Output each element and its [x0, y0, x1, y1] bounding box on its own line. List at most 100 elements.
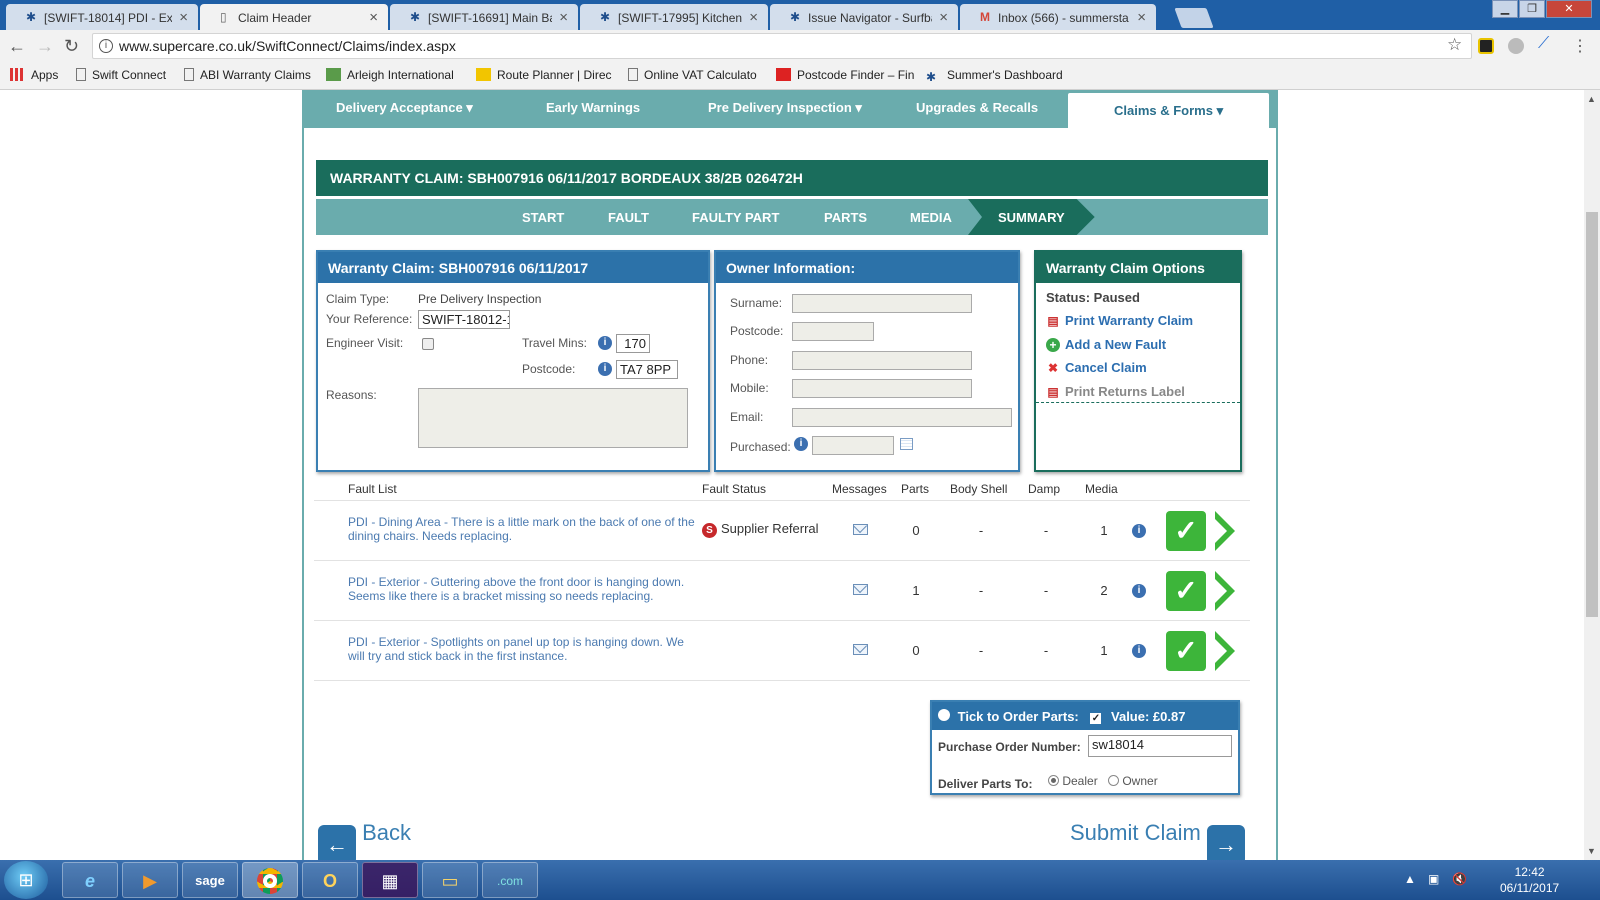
mail-icon[interactable]: [853, 524, 868, 535]
step-summary[interactable]: SUMMARY: [968, 199, 1095, 235]
info-icon[interactable]: i: [598, 362, 612, 376]
purchased-date-input[interactable]: [812, 436, 894, 455]
step-fault[interactable]: FAULT: [608, 210, 649, 225]
engineer-visit-checkbox[interactable]: [422, 338, 434, 350]
owner-radio[interactable]: [1108, 775, 1119, 786]
approve-button[interactable]: ✓: [1166, 571, 1206, 611]
calculator-icon[interactable]: ▦: [362, 862, 418, 898]
close-window-button[interactable]: ✕: [1546, 0, 1592, 18]
restore-button[interactable]: ❐: [1519, 0, 1545, 18]
info-icon[interactable]: i: [1132, 644, 1146, 658]
bookmark-item[interactable]: Postcode Finder – Fin: [776, 68, 914, 82]
chrome-icon[interactable]: [242, 862, 298, 898]
site-info-icon[interactable]: i: [99, 39, 113, 53]
reference-input[interactable]: SWIFT-18012-1: [418, 310, 510, 329]
menu-icon[interactable]: ⋮: [1572, 36, 1588, 56]
scroll-up-icon[interactable]: ▲: [1587, 94, 1596, 104]
step-faulty-part[interactable]: FAULTY PART: [692, 210, 779, 225]
nav-claims-forms[interactable]: Claims & Forms ▾: [1068, 93, 1270, 128]
browser-tab[interactable]: M Inbox (566) - summersta ×: [960, 4, 1156, 30]
po-number-input[interactable]: sw18014: [1088, 735, 1232, 757]
mail-icon[interactable]: [853, 584, 868, 595]
owner-postcode-input[interactable]: [792, 322, 874, 341]
minimize-button[interactable]: ▁: [1492, 0, 1518, 18]
page-scrollbar[interactable]: ▲ ▼: [1584, 90, 1600, 860]
print-returns-label-link[interactable]: ▤ Print Returns Label: [1046, 384, 1185, 399]
order-parts-checkbox[interactable]: ✓: [1090, 713, 1102, 724]
bookmark-item[interactable]: Route Planner | Direc: [476, 68, 612, 82]
sage-icon[interactable]: sage: [182, 862, 238, 898]
bookmark-star-icon[interactable]: ☆: [1447, 35, 1462, 55]
close-tab-icon[interactable]: ×: [939, 9, 948, 26]
media-player-icon[interactable]: ▶: [122, 862, 178, 898]
bookmark-item[interactable]: Online VAT Calculato: [628, 68, 757, 82]
bookmark-item[interactable]: Swift Connect: [76, 68, 166, 82]
forward-arrow-icon[interactable]: →: [36, 36, 54, 57]
info-icon[interactable]: i: [598, 336, 612, 350]
reasons-textarea[interactable]: [418, 388, 688, 448]
outlook-icon[interactable]: O: [302, 862, 358, 898]
bookmark-item[interactable]: ✱ Summer's Dashboard: [926, 68, 1063, 84]
surname-input[interactable]: [792, 294, 972, 313]
print-warranty-claim-link[interactable]: ▤ Print Warranty Claim: [1046, 313, 1193, 328]
cancel-claim-link[interactable]: ✖ Cancel Claim: [1046, 360, 1147, 375]
chevron-right-icon[interactable]: [1212, 569, 1238, 613]
nav-upgrades-recalls[interactable]: Upgrades & Recalls: [916, 100, 1038, 115]
browser-tab[interactable]: ✱ [SWIFT-17995] Kitchen - ×: [580, 4, 768, 30]
step-start[interactable]: START: [522, 210, 564, 225]
close-tab-icon[interactable]: ×: [179, 9, 188, 26]
nav-pre-delivery-inspection[interactable]: Pre Delivery Inspection ▾: [708, 100, 862, 116]
fault-description-link[interactable]: PDI - Exterior - Spotlights on panel up …: [348, 635, 698, 663]
info-icon[interactable]: i: [1132, 524, 1146, 538]
postcode-input[interactable]: TA7 8PP: [616, 360, 678, 379]
internet-explorer-icon[interactable]: e: [62, 862, 118, 898]
step-parts[interactable]: PARTS: [824, 210, 867, 225]
back-arrow-icon[interactable]: ←: [8, 36, 26, 57]
system-clock[interactable]: 12:42 06/11/2017: [1500, 864, 1559, 896]
scrollbar-thumb[interactable]: [1586, 212, 1598, 617]
mail-icon[interactable]: [853, 644, 868, 655]
app-icon[interactable]: .com: [482, 862, 538, 898]
scroll-down-icon[interactable]: ▼: [1587, 846, 1596, 856]
browser-tab-active[interactable]: ▯ Claim Header ×: [200, 4, 388, 30]
fault-description-link[interactable]: PDI - Exterior - Guttering above the fro…: [348, 575, 698, 603]
close-tab-icon[interactable]: ×: [749, 9, 758, 26]
extension-icon[interactable]: [1508, 38, 1524, 54]
fault-description-link[interactable]: PDI - Dining Area - There is a little ma…: [348, 515, 698, 543]
chevron-right-icon[interactable]: [1212, 629, 1238, 673]
extension-icon[interactable]: [1478, 38, 1494, 54]
start-button[interactable]: ⊞: [4, 861, 48, 899]
bookmark-item[interactable]: ABI Warranty Claims: [184, 68, 311, 82]
phone-input[interactable]: [792, 351, 972, 370]
deliver-owner-option[interactable]: Owner: [1108, 774, 1158, 788]
network-icon[interactable]: ▣: [1428, 872, 1439, 886]
add-new-fault-link[interactable]: + Add a New Fault: [1046, 337, 1166, 352]
travel-mins-input[interactable]: 170: [616, 334, 650, 353]
reload-icon[interactable]: ↻: [64, 36, 79, 57]
dealer-radio[interactable]: [1048, 775, 1059, 786]
approve-button[interactable]: ✓: [1166, 511, 1206, 551]
nav-early-warnings[interactable]: Early Warnings: [546, 100, 640, 115]
bookmark-item[interactable]: Arleigh International: [326, 68, 454, 82]
approve-button[interactable]: ✓: [1166, 631, 1206, 671]
browser-tab[interactable]: ✱ [SWIFT-16691] Main Bat ×: [390, 4, 578, 30]
deliver-dealer-option[interactable]: Dealer: [1048, 774, 1098, 788]
close-tab-icon[interactable]: ×: [369, 9, 378, 26]
chevron-right-icon[interactable]: [1212, 509, 1238, 553]
new-tab-button[interactable]: [1174, 8, 1214, 28]
back-button[interactable]: ← Back: [318, 820, 411, 860]
close-tab-icon[interactable]: ×: [559, 9, 568, 26]
info-icon[interactable]: i: [1132, 584, 1146, 598]
info-icon[interactable]: [938, 709, 950, 721]
email-input[interactable]: [792, 408, 1012, 427]
extension-icon[interactable]: ⟋: [1538, 35, 1554, 52]
browser-tab[interactable]: ✱ Issue Navigator - Surfba ×: [770, 4, 958, 30]
step-media[interactable]: MEDIA: [910, 210, 952, 225]
file-explorer-icon[interactable]: ▭: [422, 862, 478, 898]
info-icon[interactable]: i: [794, 437, 808, 451]
tray-arrow-icon[interactable]: ▲: [1404, 872, 1416, 886]
nav-delivery-acceptance[interactable]: Delivery Acceptance ▾: [336, 100, 473, 116]
browser-tab[interactable]: ✱ [SWIFT-18014] PDI - Exte ×: [6, 4, 198, 30]
mobile-input[interactable]: [792, 379, 972, 398]
volume-muted-icon[interactable]: 🔇: [1452, 872, 1467, 886]
